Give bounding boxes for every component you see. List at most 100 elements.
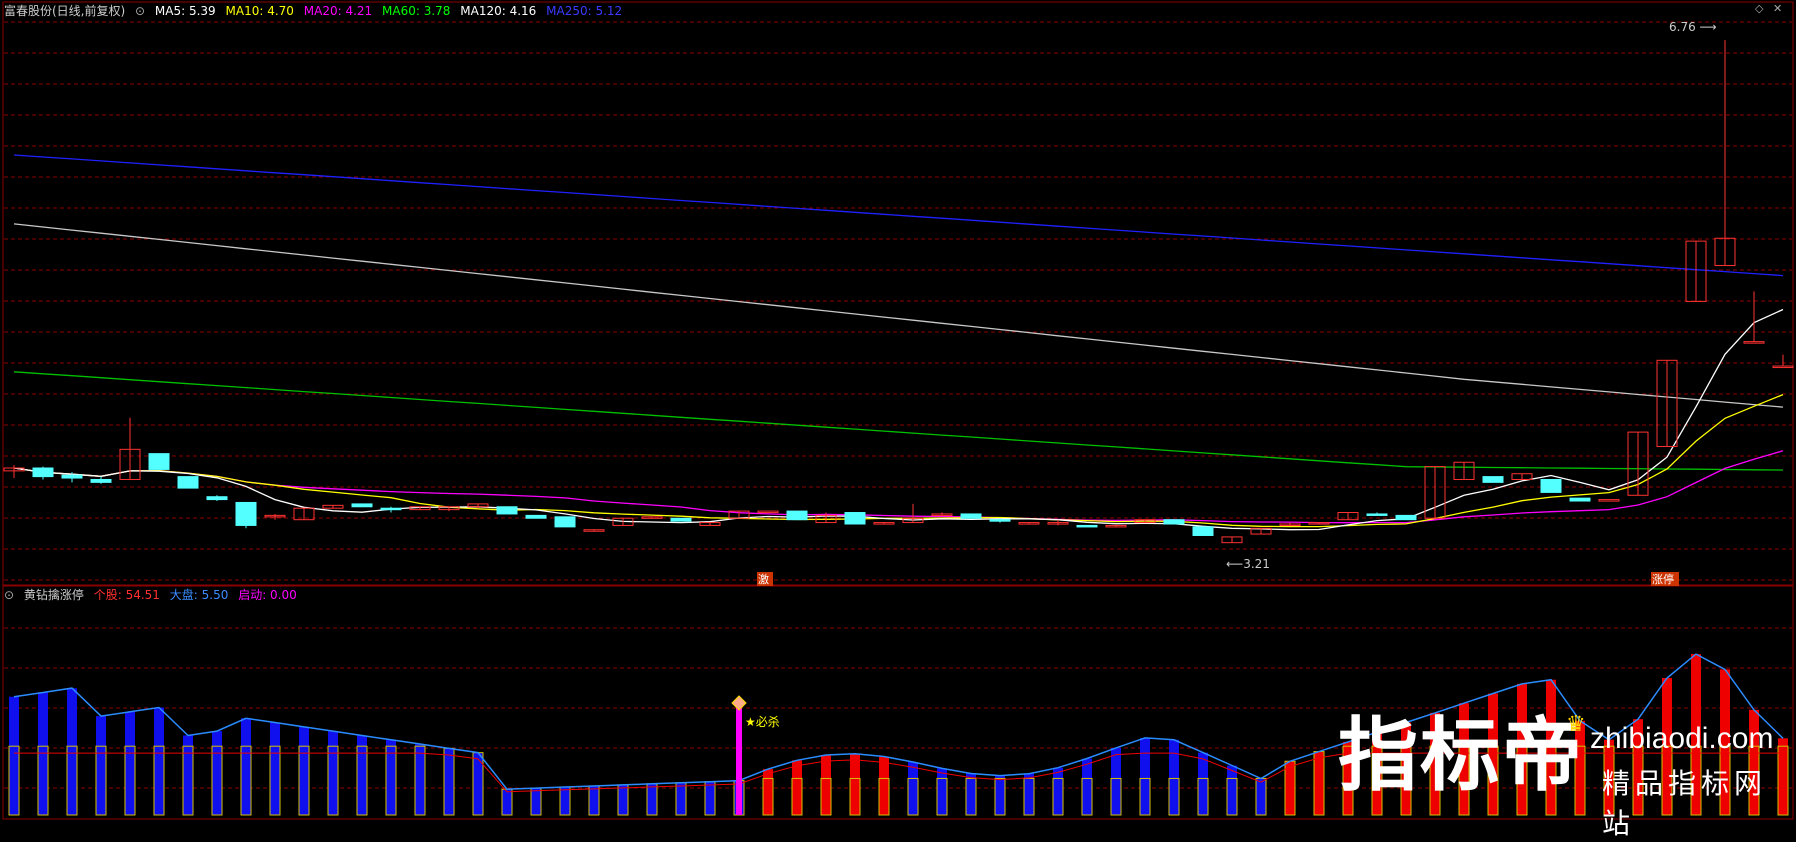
indicator-bar: [908, 761, 918, 815]
indicator-bar: [821, 754, 831, 815]
ma250-label: MA250: 5.12: [546, 4, 623, 18]
indicator-bar: [705, 781, 715, 815]
indicator-bar: [473, 752, 483, 815]
candle-body: [989, 519, 1011, 522]
candle-body: [960, 513, 982, 519]
indicator-bar: [995, 775, 1005, 815]
candle-body: [380, 507, 402, 511]
candle-body: [1076, 524, 1098, 528]
indicator-bar: [1285, 761, 1295, 815]
ma10-label: MA10: 4.70: [225, 4, 294, 18]
candle-body: [351, 503, 373, 508]
indicator-bar: [96, 716, 106, 815]
crown-icon: ♛: [1566, 712, 1586, 737]
candle-body: [786, 510, 808, 521]
candle-body: [1540, 478, 1562, 493]
indicator-bar: [299, 726, 309, 815]
ma60-line: [13, 371, 1784, 471]
ma20-label: MA20: 4.21: [303, 4, 373, 18]
candle-body: [1598, 499, 1620, 502]
indicator-bar: [966, 773, 976, 815]
indicator-toggle-icon[interactable]: ⊙: [4, 588, 14, 602]
low-price-label: ⟵3.21: [1226, 557, 1270, 571]
indicator-bar: [763, 769, 773, 815]
candle-body: [1772, 365, 1794, 369]
candle-body: [1743, 341, 1765, 344]
limit-up-marker: 涨停: [1652, 572, 1674, 586]
indicator-bar: [183, 735, 193, 815]
ma120-label: MA120: 4.16: [460, 4, 537, 18]
window-controls: ◇ ✕: [1755, 2, 1782, 15]
candle-body: [32, 467, 54, 478]
candle-body: [1163, 519, 1185, 525]
start-signal-bar: [736, 702, 742, 815]
indicator-bar: [1314, 751, 1324, 815]
candle-body: [525, 514, 547, 519]
sub-panel-header: ⊙ 黄钻擒涨停 个股: 54.51 大盘: 5.50 启动: 0.00: [4, 587, 303, 603]
indicator-bar: [328, 731, 338, 815]
indicator-bar: [38, 692, 48, 815]
indicator-bar: [1256, 778, 1266, 815]
signal-label: ★必杀: [745, 714, 780, 729]
indicator-bar: [1082, 758, 1092, 815]
stock-value-label: 个股: 54.51: [93, 588, 160, 602]
ma10-line: [13, 393, 1784, 528]
indicator-bar: [560, 787, 570, 815]
indicator-name: 黄钻擒涨停: [23, 588, 84, 602]
candle-body: [554, 516, 576, 528]
indicator-bar: [1198, 752, 1208, 815]
indicator-bar: [937, 768, 947, 815]
indicator-bar: [444, 748, 454, 815]
indicator-bar: [531, 788, 541, 815]
start-value-label: 启动: 0.00: [238, 588, 297, 602]
candle-body: [148, 453, 170, 470]
candle-body: [177, 476, 199, 489]
ma120-line: [13, 223, 1784, 408]
indicator-bar: [212, 731, 222, 815]
indicator-bar: [647, 783, 657, 815]
settings-toggle-icon[interactable]: ⊙: [135, 4, 145, 18]
ma250-line: [13, 154, 1784, 277]
indicator-bar: [589, 785, 599, 815]
candle-body: [1569, 497, 1591, 502]
indicator-bar: [67, 688, 77, 815]
candle-body: [496, 506, 518, 515]
watermark-cn: 指标帝: [1338, 709, 1584, 802]
stock-name: 富春股份(日线,前复权): [4, 4, 126, 18]
candle-body: [206, 496, 228, 501]
indicator-bar: [792, 760, 802, 815]
indicator-bar: [850, 753, 860, 815]
indicator-bar: [1024, 773, 1034, 815]
indicator-bar: [879, 756, 889, 815]
candle-body: [1395, 514, 1417, 521]
indicator-bar: [676, 782, 686, 815]
indicator-bar: [1053, 767, 1063, 815]
indicator-bar: [9, 696, 19, 815]
indicator-bar: [125, 711, 135, 815]
indicator-bar: [1169, 739, 1179, 815]
stock-chart-window: 6.76 ⟶ ⟵3.21 激 涨停 ★必杀 富春股份(日线,前复权) ⊙ MA5: 5.…: [0, 0, 1796, 841]
candle-body: [1482, 476, 1504, 483]
indicator-bar: [241, 718, 251, 815]
indicator-bar: [1227, 765, 1237, 815]
candle-body: [757, 510, 779, 514]
indicator-bar: [270, 722, 280, 815]
watermark: 指标帝 ♛ zhibiaodi.com 精品指标网站: [1338, 709, 1790, 841]
candle-body: [670, 517, 692, 522]
indicator-bar: [415, 744, 425, 815]
close-icon[interactable]: ✕: [1773, 2, 1782, 15]
main-panel-header: 富春股份(日线,前复权) ⊙ MA5: 5.39 MA10: 4.70 MA20…: [4, 3, 628, 19]
ma60-label: MA60: 3.78: [382, 4, 451, 18]
indicator-bar: [618, 784, 628, 815]
candle-body: [844, 512, 866, 525]
candle-body: [235, 501, 257, 526]
indicator-bar: [502, 789, 512, 815]
signal-marker: 激: [758, 572, 769, 586]
indicator-bar: [357, 735, 367, 815]
chart-canvas[interactable]: 6.76 ⟶ ⟵3.21 激 涨停 ★必杀: [0, 0, 1796, 822]
watermark-slogan: 精品指标网站: [1602, 767, 1768, 840]
ma5-label: MA5: 5.39: [154, 4, 216, 18]
indicator-bar: [1140, 737, 1150, 815]
collapse-icon[interactable]: ◇: [1755, 2, 1763, 15]
indicator-bar: [154, 707, 164, 815]
